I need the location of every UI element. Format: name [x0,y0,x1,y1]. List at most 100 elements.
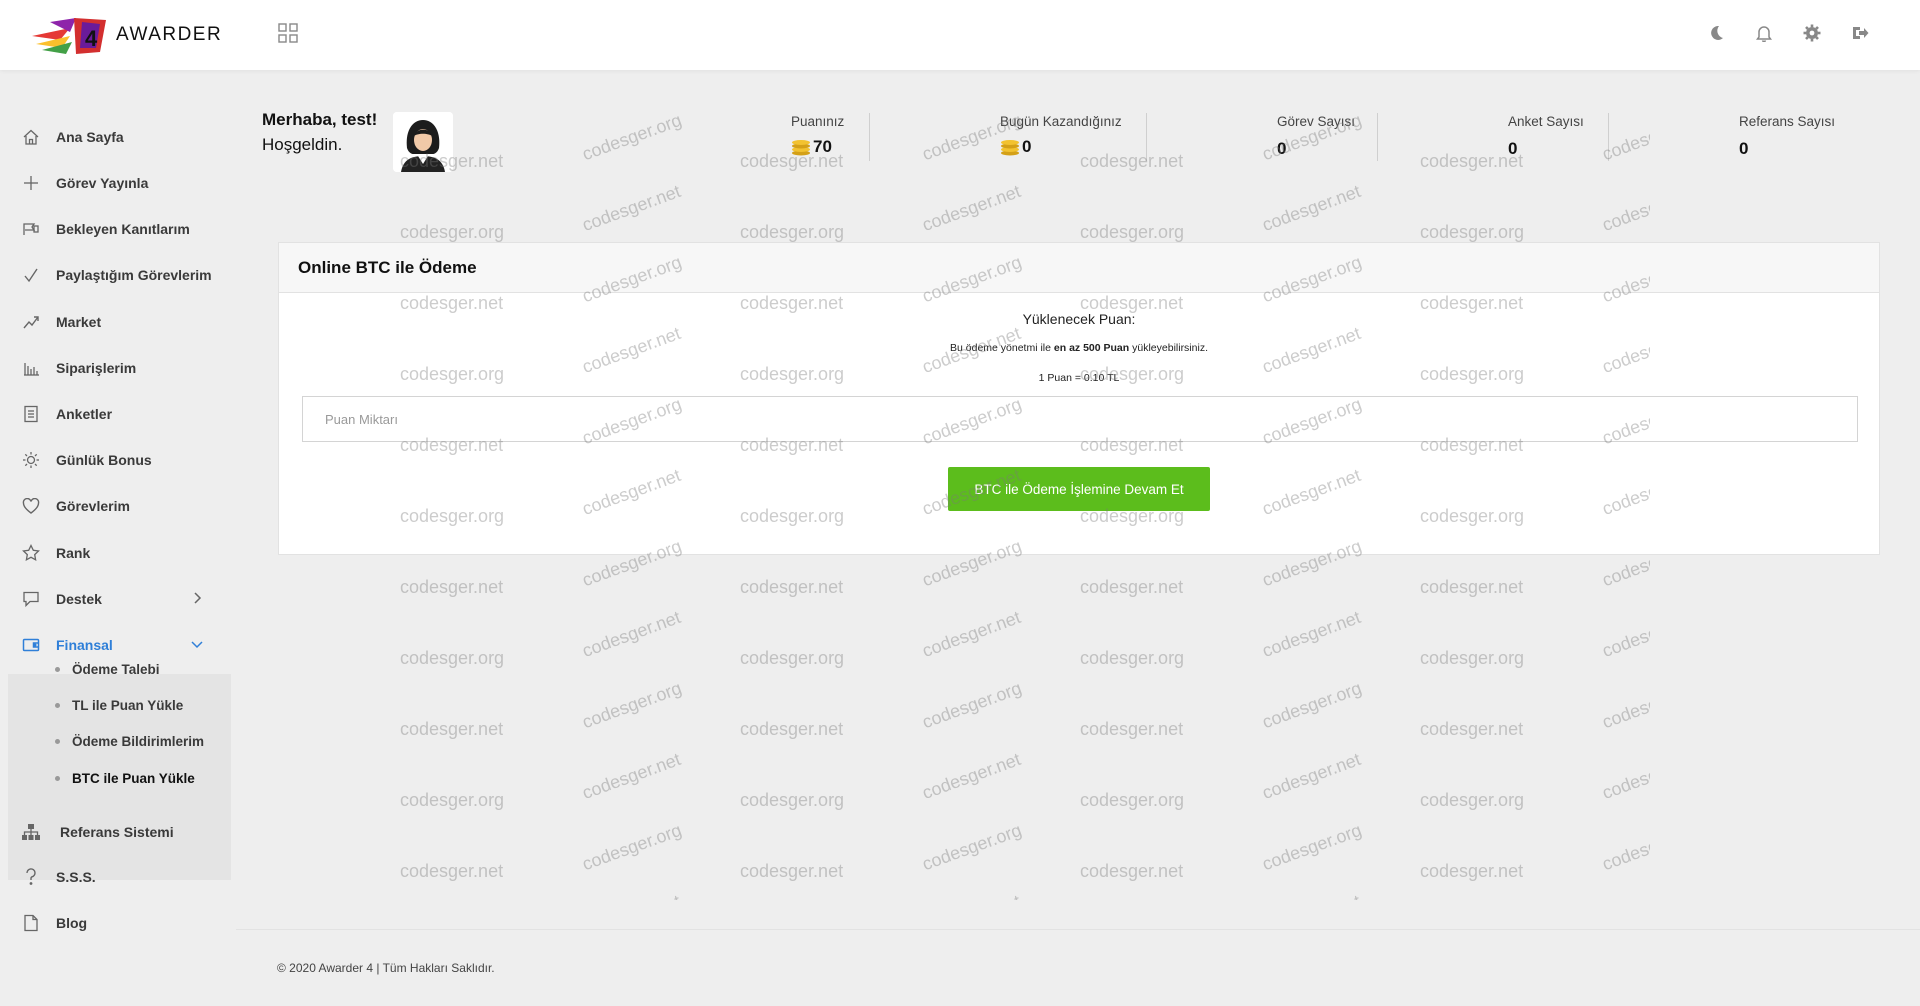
moon-icon[interactable] [1706,22,1726,44]
coins-icon [792,139,810,155]
sidebar-item-referans-sistemi[interactable]: Referans Sistemi [8,812,230,852]
sidebar-item-rank[interactable]: Rank [8,533,230,573]
sidebar-subitem-tl-ile-puan-yukle[interactable]: TL ile Puan Yükle [55,692,183,718]
sidebar-item-sss[interactable]: S.S.S. [8,857,230,897]
watermark-text: codesger.org [1080,222,1185,242]
sidebar-item-gorev-yayinla[interactable]: Görev Yayınla [8,163,230,203]
watermark-text: codesger.org [1599,819,1650,875]
watermark-text: codesger.net [580,891,684,900]
star-icon [20,542,42,564]
flag-icon [20,218,42,240]
bell-icon[interactable] [1754,22,1774,44]
apps-grid-icon[interactable] [278,23,298,43]
brand-name: AWARDER [116,24,223,45]
sidebar-item-gunluk-bonus[interactable]: Günlük Bonus [8,440,230,480]
watermark-text: codesger.net [1599,181,1650,236]
sidebar-item-label: Rank [56,545,91,561]
sitemap-icon [20,821,42,843]
welcome-title: Merhaba, test! [262,110,378,129]
list-icon [20,403,42,425]
minimum-info-prefix: Bu ödeme yönetmi ile [950,342,1051,354]
watermark-text: codesger.net [1260,891,1364,900]
stat-label: Bugün Kazandığınız [1000,114,1122,129]
footer-copyright: © 2020 Awarder 4 | Tüm Hakları Saklıdır. [277,961,495,975]
sidebar-item-label: Anketler [56,406,113,422]
watermark-text: codesger.net [1259,607,1364,662]
watermark-text: codesger.org [1420,222,1525,242]
watermark-text: codesger.net [1599,749,1650,804]
welcome-block: Merhaba, test! Hoşgeldin. [262,110,377,155]
card-header: Online BTC ile Ödeme [279,243,1879,293]
divider [1377,113,1378,161]
watermark-text: codesger.org [740,790,845,810]
sidebar-subitem-btc-ile-puan-yukle[interactable]: BTC ile Puan Yükle [55,765,195,791]
divider [869,113,870,161]
watermark-text: codesger.net [919,749,1024,804]
watermark-text: codesger.net [579,607,684,662]
sidebar-item-market[interactable]: Market [8,302,230,342]
top-header: 4 AWARDER [0,0,1920,70]
sidebar-item-label: Günlük Bonus [56,452,152,468]
watermark-text: codesger.net [919,181,1024,236]
logo-mark-icon: 4 [32,18,106,54]
sidebar-item-paylastigim-gorevlerim[interactable]: Paylaştığım Görevlerim [8,255,230,295]
stat-value: 0 [1277,139,1287,158]
sidebar-item-bekleyen-kanitlarim[interactable]: Bekleyen Kanıtlarım [8,209,230,249]
sidebar-item-label: Bekleyen Kanıtlarım [56,221,190,237]
watermark-text: codesger.org [740,648,845,668]
sidebar-item-label: Finansal [56,637,113,653]
sidebar-subitem-label: Ödeme Talebi [72,661,160,677]
watermark-text: codesger.net [1080,577,1184,597]
plus-icon [20,172,42,194]
bullet-icon [55,666,60,672]
watermark-text: codesger.org [1599,677,1650,733]
points-amount-input[interactable] [302,396,1858,442]
sidebar-subitem-label: BTC ile Puan Yükle [72,770,195,786]
watermark-text: codesger.org [919,677,1025,733]
logout-icon[interactable] [1850,22,1870,44]
sidebar-item-label: Destek [56,591,102,607]
watermark-text: codesger.net [1420,861,1524,881]
sidebar-item-label: S.S.S. [56,869,96,885]
watermark-text: codesger.org [579,110,685,165]
watermark-text: codesger.net [1080,719,1184,739]
watermark-text: codesger.net [1420,719,1524,739]
minimum-info-amount: en az 500 Puan [1053,342,1130,354]
watermark-text: codesger.net [579,181,684,236]
watermark-text: codesger.net [740,719,844,739]
watermark-text: codesger.org [1080,790,1185,810]
sidebar-item-ana-sayfa[interactable]: Ana Sayfa [8,117,230,157]
card-title: Online BTC ile Ödeme [298,257,477,277]
sidebar-item-anketler[interactable]: Anketler [8,394,230,434]
btc-payment-card: Online BTC ile Ödeme Yüklenecek Puan: Bu… [278,242,1880,555]
watermark-text: codesger.org [1080,648,1185,668]
divider [1608,113,1609,161]
home-icon [20,126,42,148]
sidebar-item-destek[interactable]: Destek [8,579,230,619]
watermark-text: codesger.org [579,819,685,875]
watermark-text: codesger.org [400,222,505,242]
sidebar-subitem-label: Ödeme Bildirimlerim [72,733,205,749]
sidebar-item-label: Paylaştığım Görevlerim [56,267,212,283]
btc-continue-button[interactable]: BTC ile Ödeme İşlemine Devam Et [948,467,1210,511]
sidebar-subitem-odeme-bildirimlerim[interactable]: Ödeme Bildirimlerim [55,728,204,754]
sidebar-item-siparislerim[interactable]: Siparişlerim [8,348,230,388]
exchange-rate: 1 Puan = 0.10 TL [1038,372,1120,384]
sidebar-item-blog[interactable]: Blog [8,903,230,943]
stat-value: 0 [1739,139,1749,158]
load-amount-title: Yüklenecek Puan: [1022,311,1136,327]
stat-today-earned: Bugün Kazandığınız 0 [1000,114,1122,157]
minimum-info-suffix: yükleyebilirsiniz. [1132,342,1208,354]
watermark-text: codesger.net [920,891,1024,900]
sidebar-subitem-odeme-talebi[interactable]: Ödeme Talebi [55,656,160,682]
gear-icon[interactable] [1802,22,1822,44]
brand-logo[interactable]: 4 AWARDER [30,14,222,56]
bullet-icon [55,702,60,708]
watermark-text: codesger.org [919,819,1025,875]
sidebar-item-gorevlerim[interactable]: Görevlerim [8,486,230,526]
bullet-icon [55,775,60,781]
sidebar-item-label: Görev Yayınla [56,175,149,191]
avatar [393,112,453,172]
watermark-text: codesger.net [400,719,504,739]
watermark-text: codesger.net [919,607,1024,662]
